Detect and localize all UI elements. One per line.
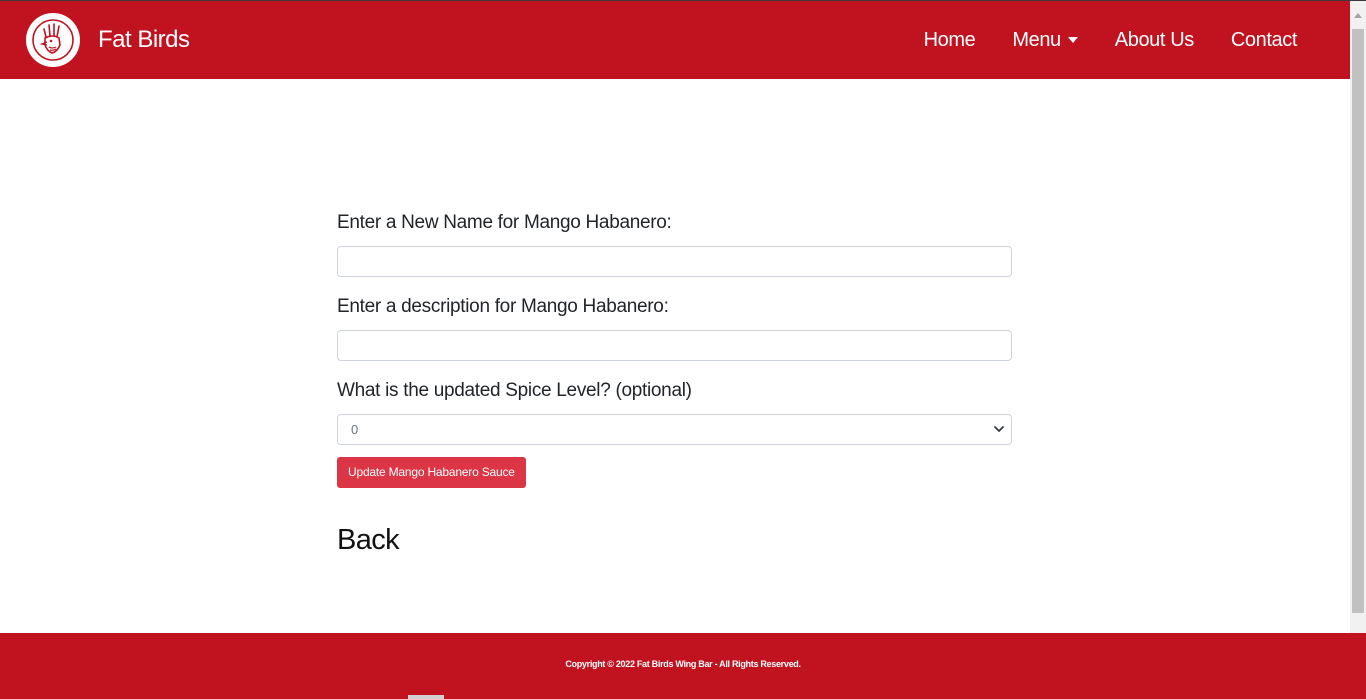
nav-home[interactable]: Home <box>924 29 976 52</box>
scroll-up-arrow-icon[interactable] <box>1354 13 1362 18</box>
name-field-label: Enter a New Name for Mango Habanero: <box>337 212 672 233</box>
navbar: Fat Birds Home Menu About Us Contact <box>0 1 1350 79</box>
nav-menu-dropdown[interactable]: Menu <box>1012 28 1078 52</box>
description-field-label: Enter a description for Mango Habanero: <box>337 296 669 317</box>
back-link[interactable]: Back <box>337 524 1012 557</box>
footer: Copyright © 2022 Fat Birds Wing Bar - Al… <box>0 633 1366 699</box>
chevron-down-icon <box>994 426 1004 432</box>
brand-name[interactable]: Fat Birds <box>98 26 190 54</box>
vertical-scrollbar[interactable] <box>1350 1 1366 633</box>
spice-level-select[interactable]: 0 <box>337 414 1012 445</box>
scrollbar-thumb[interactable] <box>1352 29 1364 613</box>
spice-level-selected-value: 0 <box>351 422 359 437</box>
horizontal-scrollbar-thumb[interactable] <box>408 695 444 699</box>
update-sauce-button[interactable]: Update Mango Habanero Sauce <box>337 457 526 488</box>
new-name-input[interactable] <box>337 246 1012 277</box>
edit-sauce-form: Enter a New Name for Mango Habanero: Ent… <box>337 208 1012 557</box>
spice-level-label: What is the updated Spice Level? (option… <box>337 380 692 401</box>
caret-down-icon <box>1067 37 1078 43</box>
nav-menu-label: Menu <box>1012 28 1061 51</box>
main-nav: Home Menu About Us Contact <box>887 1 1298 79</box>
description-input[interactable] <box>337 330 1012 361</box>
rooster-icon <box>26 13 80 67</box>
brand[interactable]: Fat Birds <box>26 13 190 67</box>
copyright-text: Copyright © 2022 Fat Birds Wing Bar - Al… <box>565 658 801 669</box>
nav-contact[interactable]: Contact <box>1231 29 1298 52</box>
page: Fat Birds Home Menu About Us Contact Ent… <box>0 0 1366 699</box>
nav-about-us[interactable]: About Us <box>1115 29 1194 52</box>
